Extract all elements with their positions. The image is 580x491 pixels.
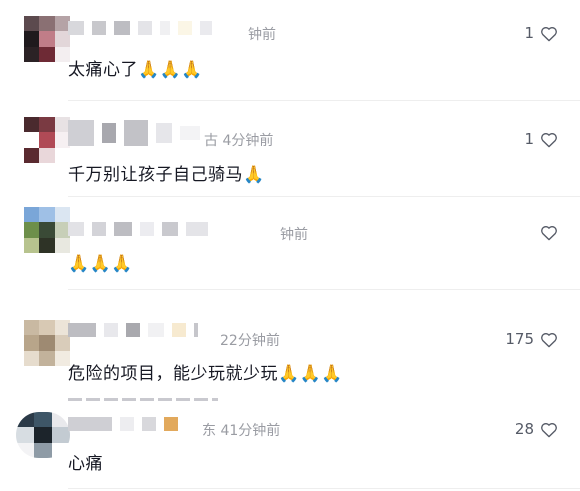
username-redacted[interactable] [68, 320, 198, 340]
cutoff-reply-line [68, 398, 218, 401]
comment-item: 钟前 太痛心了🙏🙏🙏 1 [0, 0, 580, 100]
like-count: 1 [524, 130, 534, 148]
comment-time: 东 41分钟前 [202, 423, 281, 439]
comment-item: 22分钟前 危险的项目，能少玩就少玩🙏🙏🙏 175 [0, 290, 580, 402]
comment-item: 东 41分钟前 心痛 28 [0, 402, 580, 491]
avatar[interactable] [24, 117, 70, 163]
like-count: 175 [505, 330, 534, 348]
avatar[interactable] [24, 16, 70, 62]
avatar[interactable] [24, 320, 70, 366]
comment-time: 钟前 [248, 27, 276, 43]
heart-outline-icon [541, 422, 557, 437]
heart-outline-icon [541, 226, 557, 241]
comment-item: 钟前 🙏🙏🙏 [0, 197, 580, 289]
avatar[interactable] [16, 412, 70, 458]
comment-item: 古 4分钟前 千万别让孩子自己骑马🙏 1 [0, 101, 580, 196]
username-redacted[interactable] [68, 219, 208, 239]
comment-text: 太痛心了🙏🙏🙏 [68, 60, 204, 80]
comment-time: 古 4分钟前 [204, 133, 274, 149]
like-button[interactable]: 175 [505, 330, 558, 348]
divider [68, 488, 580, 489]
comment-text: 心痛 [68, 454, 103, 474]
comment-text: 🙏🙏🙏 [68, 254, 134, 274]
avatar[interactable] [24, 207, 70, 253]
username-redacted[interactable] [68, 18, 212, 38]
comment-time: 钟前 [280, 227, 308, 243]
heart-outline-icon [541, 132, 557, 147]
username-redacted[interactable] [68, 117, 200, 149]
like-button[interactable]: 1 [524, 24, 558, 42]
like-button[interactable]: 1 [524, 130, 558, 148]
comment-text: 危险的项目，能少玩就少玩🙏🙏🙏 [68, 364, 344, 384]
heart-outline-icon [541, 332, 557, 347]
comment-text: 千万别让孩子自己骑马🙏 [68, 165, 265, 185]
like-count: 1 [524, 24, 534, 42]
like-button[interactable]: 28 [515, 420, 558, 438]
comment-time: 22分钟前 [220, 333, 280, 349]
like-button[interactable] [534, 224, 558, 241]
username-redacted[interactable] [68, 414, 178, 434]
heart-outline-icon [541, 26, 557, 41]
like-count: 28 [514, 420, 534, 438]
